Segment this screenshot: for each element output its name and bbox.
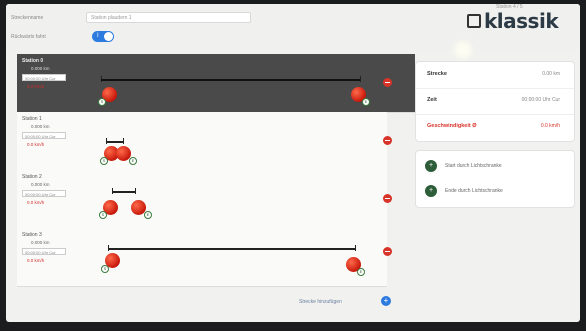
start-badge: S <box>100 157 108 165</box>
add-station-label[interactable]: Strecke hinzufügen <box>299 299 342 305</box>
start-by-light-barrier-button[interactable]: + Start durch Lichtschranke <box>425 159 502 173</box>
toggle-knob <box>104 32 113 41</box>
start-badge: S <box>98 98 106 106</box>
screen: Streckenname Station plaudern 1 Rückwärt… <box>6 4 580 322</box>
summary-speed-label: Geschwindigkeit Ø <box>427 123 477 129</box>
end-badge: E <box>144 211 152 219</box>
station-speed: 0.0 km/h <box>27 258 45 263</box>
summary-distance-row: Strecke 0.00 km <box>416 62 574 89</box>
toggle-label: Rückwärts fahrt <box>11 34 46 40</box>
track-end-tick <box>135 188 136 194</box>
station-time-input[interactable]: 00:00:00 Uhr Cur <box>22 74 66 81</box>
end-badge: E <box>357 268 365 276</box>
summary-distance-label: Strecke <box>427 71 447 77</box>
track-line <box>101 79 361 81</box>
station-row-0[interactable]: Station 0 0.000 km 00:00:00 Uhr Cur 0.0 … <box>17 54 415 113</box>
brand-logo: klassik <box>467 9 559 33</box>
add-station-button[interactable]: + <box>381 296 391 306</box>
end-badge: E <box>129 157 137 165</box>
track-line <box>108 248 356 250</box>
station-distance: 0.000 km <box>31 66 50 71</box>
plus-icon: + <box>425 185 437 197</box>
station-distance: 0.000 km <box>31 182 50 187</box>
summary-speed-row: Geschwindigkeit Ø 0.0 km/h <box>416 114 574 140</box>
plus-icon: + <box>425 160 437 172</box>
action-panel: + Start durch Lichtschranke + Ende durch… <box>415 150 575 208</box>
summary-panel: Strecke 0.00 km Zeit 00:00:00 Uhr Cur Ge… <box>415 61 575 142</box>
summary-time-value: 00:00:00 Uhr Cur <box>521 97 560 103</box>
reverse-toggle[interactable]: I <box>92 31 114 42</box>
station-name: Station 3 <box>22 232 42 238</box>
station-time-input[interactable]: 00:00:00 Uhr Cur <box>22 248 66 255</box>
end-by-light-barrier-button[interactable]: + Ende durch Lichtschranke <box>425 184 503 198</box>
station-row-1[interactable]: Station 1 0.000 km 00:00:00 Uhr Cur 0.0 … <box>17 112 392 171</box>
toggle-mark: I <box>97 33 99 39</box>
delete-station-button[interactable] <box>383 78 392 87</box>
track-line <box>106 141 124 143</box>
name-input[interactable]: Station plaudern 1 <box>86 12 251 23</box>
station-name: Station 0 <box>22 58 44 64</box>
summary-time-row: Zeit 00:00:00 Uhr Cur <box>416 88 574 115</box>
station-speed: 0.0 km/h <box>27 200 45 205</box>
station-time-input[interactable]: 00:00:00 Uhr Cur <box>22 132 66 139</box>
action-label: Start durch Lichtschranke <box>445 163 502 169</box>
start-badge: S <box>101 265 109 273</box>
start-badge: S <box>99 211 107 219</box>
station-name: Station 1 <box>22 116 42 122</box>
summary-speed-value: 0.0 km/h <box>540 123 560 129</box>
station-speed: 0.0 km/h <box>27 142 45 147</box>
station-time-input[interactable]: 00:00:00 Uhr Cur <box>22 190 66 197</box>
track-end-tick <box>360 76 361 82</box>
station-name: Station 2 <box>22 174 42 180</box>
track-end-tick <box>123 138 124 144</box>
summary-distance-value: 0.00 km <box>542 71 560 77</box>
delete-station-button[interactable] <box>383 247 392 256</box>
delete-station-button[interactable] <box>383 194 392 203</box>
name-label: Streckenname <box>11 15 44 21</box>
logo-icon <box>467 14 481 28</box>
summary-time-label: Zeit <box>427 97 437 103</box>
track-line <box>112 191 136 193</box>
station-row-3[interactable]: Station 3 0.000 km 00:00:00 Uhr Cur 0.0 … <box>17 228 392 287</box>
top-bar: Streckenname Station plaudern 1 Rückwärt… <box>6 4 580 50</box>
station-distance: 0.000 km <box>31 124 50 129</box>
delete-station-button[interactable] <box>383 136 392 145</box>
end-badge: E <box>362 98 370 106</box>
action-label: Ende durch Lichtschranke <box>445 188 503 194</box>
station-distance: 0.000 km <box>31 240 50 245</box>
station-row-2[interactable]: Station 2 0.000 km 00:00:00 Uhr Cur 0.0 … <box>17 170 392 229</box>
station-speed: 0.0 km/h <box>27 84 45 89</box>
track-end-tick <box>355 245 356 251</box>
screen-glare <box>451 38 475 62</box>
logo-text: klassik <box>484 9 559 33</box>
